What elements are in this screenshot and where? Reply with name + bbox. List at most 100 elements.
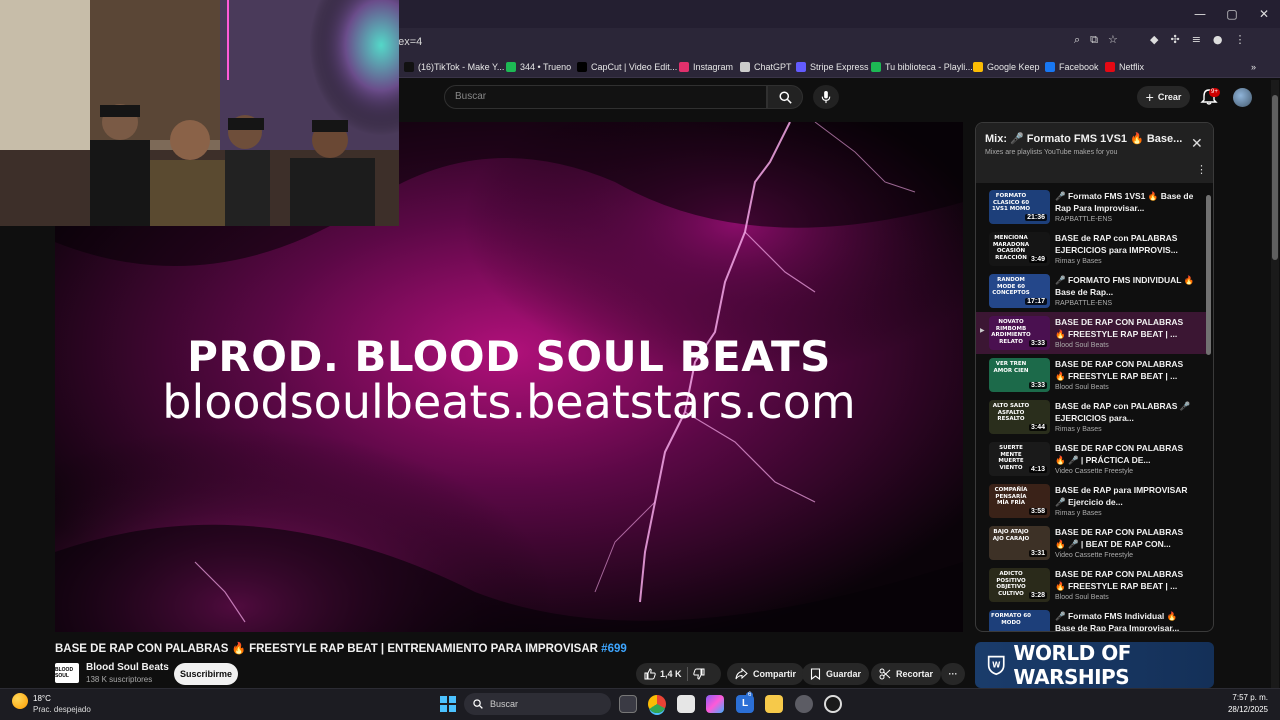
puzzle-icon[interactable]: ✣ <box>1170 33 1179 46</box>
channel-name[interactable]: Blood Soul Beats <box>86 662 169 673</box>
bookmark-item[interactable]: Netflix <box>1105 60 1144 74</box>
more-bookmarks-button[interactable]: » <box>1251 60 1256 74</box>
subscribe-button[interactable]: Suscribirme <box>174 663 238 685</box>
thumbnail-text: RANDOM MODE 60 CONCEPTOS <box>992 277 1030 296</box>
create-label: Crear <box>1157 92 1182 102</box>
playlist-title[interactable]: Mix: 🎤 Formato FMS 1VS1 🔥 Base... <box>985 132 1185 145</box>
extension-icon[interactable]: ◆ <box>1150 33 1158 46</box>
playlist-thumbnail[interactable]: FORMATO CLASICO 60 1VS1 MOMO 21:36 <box>989 190 1050 224</box>
install-app-icon[interactable]: ⧉ <box>1090 33 1098 47</box>
playlist-scrollbar[interactable] <box>1206 195 1211 355</box>
video-duration: 3:44 <box>1028 424 1047 431</box>
playlist-thumbnail[interactable]: BAJO ATAJO AJO CARAJO 3:31 <box>989 526 1050 560</box>
windows-start-icon[interactable] <box>440 696 456 712</box>
windows-taskbar <box>0 688 1280 720</box>
taskbar-search[interactable]: Buscar <box>464 693 611 715</box>
copilot-icon[interactable] <box>706 695 724 713</box>
weather-sun-icon[interactable] <box>12 693 28 709</box>
weather-temperature[interactable]: 18°C <box>33 694 51 703</box>
bookmark-favicon-icon <box>973 62 983 72</box>
minimize-button[interactable]: — <box>1184 0 1216 28</box>
menu-icon[interactable]: ⋮ <box>1235 33 1246 46</box>
save-button[interactable]: Guardar <box>802 663 870 685</box>
save-label: Guardar <box>826 669 862 679</box>
reading-list-icon[interactable]: ≡ <box>1192 33 1201 46</box>
close-icon[interactable]: ✕ <box>1191 136 1203 152</box>
bookmark-item[interactable]: Instagram <box>679 60 733 74</box>
bookmark-favicon-icon <box>506 62 516 72</box>
user-avatar[interactable] <box>1233 88 1252 107</box>
playlist-thumbnail[interactable]: ADICTO POSITIVO OBJETIVO CULTIVO 3:28 <box>989 568 1050 602</box>
create-button[interactable]: + Crear <box>1137 86 1190 108</box>
close-window-button[interactable]: ✕ <box>1248 0 1280 28</box>
playlist-thumbnail[interactable]: VER TREN AMOR CIEN 3:33 <box>989 358 1050 392</box>
microsoft-store-icon[interactable] <box>677 695 695 713</box>
bookmark-item[interactable]: ChatGPT <box>740 60 792 74</box>
playlist-item[interactable]: RANDOM MODE 60 CONCEPTOS 17:17 🎤 FORMATO F… <box>976 270 1208 312</box>
webcam-overlay <box>0 0 399 226</box>
playlist-thumbnail[interactable]: SUERTE MENTE MUERTE VIENTO 4:13 <box>989 442 1050 476</box>
playlist-thumbnail[interactable]: FORMATO 60 MODO6:09 <box>989 610 1050 631</box>
playlist-item[interactable]: MENCIONA MARADONA OCASIÓN REACCIÓN 3:49 BA… <box>976 228 1208 270</box>
playlist-thumbnail[interactable]: NOVATO RIMBOMB ARDIMIENTO RELATO 3:33 <box>989 316 1050 350</box>
settings-icon[interactable] <box>795 695 813 713</box>
chrome-icon[interactable] <box>648 695 666 713</box>
playlist-item-title: BASE de RAP para IMPROVISAR 🎤 Ejercicio … <box>1055 485 1188 507</box>
playlist-item[interactable]: FORMATO 60 MODO6:09🎤 Formato FMS Individ… <box>976 606 1208 632</box>
like-count: 1,4 K <box>660 669 682 679</box>
clip-label: Recortar <box>896 669 934 679</box>
playlist-item-title: 🎤 Formato FMS Individual 🔥 Base de Rap P… <box>1055 611 1180 632</box>
page-scrollbar-thumb[interactable] <box>1272 95 1278 260</box>
clip-button[interactable]: Recortar <box>871 663 942 685</box>
thumbs-down-icon[interactable] <box>692 668 705 680</box>
playlist-item[interactable]: VER TREN AMOR CIEN 3:33 BASE DE RAP CON PA… <box>976 354 1208 396</box>
bookmark-favicon-icon <box>1105 62 1115 72</box>
address-bar[interactable]: dex=4 <box>392 32 1140 52</box>
playlist-item[interactable]: COMPAÑÍA PENSARÍA MÍA FRÍA 3:58 BASE de RA… <box>976 480 1208 522</box>
webcam-image <box>0 0 399 226</box>
playlist-thumbnail[interactable]: ALTO SALTO ASFALTO RESALTO 3:44 <box>989 400 1050 434</box>
ad-banner[interactable]: W WORLD OF WARSHIPS <box>975 641 1214 689</box>
playlist-item[interactable]: BAJO ATAJO AJO CARAJO 3:31 BASE DE RAP CON… <box>976 522 1208 564</box>
bookmark-item[interactable]: Stripe Express <box>796 60 869 74</box>
like-button[interactable]: 1,4 K <box>644 668 682 680</box>
obs-icon[interactable] <box>824 695 842 713</box>
game-logo-icon: W <box>987 655 1005 676</box>
file-explorer-icon[interactable] <box>765 695 783 713</box>
playlist-thumbnail[interactable]: RANDOM MODE 60 CONCEPTOS 17:17 <box>989 274 1050 308</box>
more-vert-icon[interactable]: ⋮ <box>1196 163 1207 176</box>
video-title-text: BASE DE RAP CON PALABRAS 🔥 FREESTYLE RAP… <box>55 643 598 655</box>
share-button[interactable]: Compartir <box>727 663 805 685</box>
bookmark-item[interactable]: Tu biblioteca - Playli... <box>871 60 973 74</box>
zoom-icon[interactable]: ⌕ <box>1074 33 1080 47</box>
playlist-item[interactable]: ADICTO POSITIVO OBJETIVO CULTIVO 3:28 BASE… <box>976 564 1208 606</box>
voice-search-button[interactable] <box>813 85 839 109</box>
playlist-item[interactable]: ▶ NOVATO RIMBOMB ARDIMIENTO RELATO 3:33 BAS… <box>976 312 1208 354</box>
clock-time[interactable]: 7:57 p. m. <box>1232 693 1268 702</box>
bookmark-item[interactable]: (16)TikTok - Make Y... <box>404 60 504 74</box>
bookmark-item[interactable]: Facebook <box>1045 60 1099 74</box>
playlist-thumbnail[interactable]: COMPAÑÍA PENSARÍA MÍA FRÍA 3:58 <box>989 484 1050 518</box>
task-view-icon[interactable] <box>619 695 637 713</box>
scissors-icon <box>879 668 891 680</box>
clock-date[interactable]: 28/12/2025 <box>1228 705 1268 714</box>
bookmark-item[interactable]: 344 • Trueno <box>506 60 571 74</box>
search-input[interactable]: Buscar <box>444 85 767 109</box>
video-hashtag[interactable]: #699 <box>601 643 627 655</box>
playlist-subtitle: Mixes are playlists YouTube makes for yo… <box>985 149 1118 156</box>
playlist-item-title: BASE DE RAP CON PALABRAS 🔥 🎤 | PRÁCTICA … <box>1055 443 1184 465</box>
bookmark-item[interactable]: Google Keep <box>973 60 1040 74</box>
maximize-button[interactable]: ▢ <box>1216 0 1248 28</box>
playlist-item[interactable]: SUERTE MENTE MUERTE VIENTO 4:13 BASE DE RA… <box>976 438 1208 480</box>
playlist-item[interactable]: ALTO SALTO ASFALTO RESALTO 3:44 BASE de RA… <box>976 396 1208 438</box>
playlist-item[interactable]: FORMATO CLASICO 60 1VS1 MOMO 21:36 🎤 Forma… <box>976 186 1208 228</box>
bookmark-star-icon[interactable]: ☆ <box>1108 33 1118 47</box>
more-actions-button[interactable]: ··· <box>941 663 965 685</box>
bookmark-label: Instagram <box>693 62 734 72</box>
playlist-thumbnail[interactable]: MENCIONA MARADONA OCASIÓN REACCIÓN 3:49 <box>989 232 1050 266</box>
search-button[interactable] <box>767 85 803 109</box>
like-dislike-group: 1,4 K <box>636 663 721 685</box>
bookmark-item[interactable]: CapCut | Video Edit... <box>577 60 677 74</box>
profile-icon[interactable]: ● <box>1213 33 1223 46</box>
channel-avatar[interactable]: BLOOD SOUL <box>55 663 79 683</box>
